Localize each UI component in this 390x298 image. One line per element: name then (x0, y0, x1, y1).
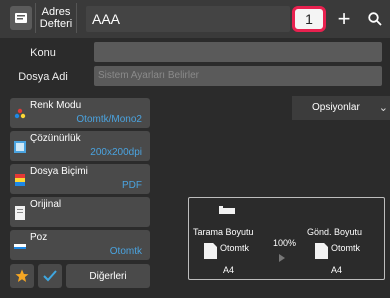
address-book-label[interactable]: Adres Defteri (35, 3, 77, 33)
scan-size-label: Tarama Boyutu (193, 227, 254, 237)
address-book-icon (15, 13, 27, 23)
color-mode-icon (14, 108, 26, 119)
exposure-title: Poz (30, 232, 48, 243)
file-format-title: Dosya Biçimi (30, 166, 88, 177)
favorite-button[interactable] (10, 264, 34, 288)
destination-count-badge[interactable]: 1 (292, 6, 326, 32)
ratio-value: 100% (273, 238, 297, 248)
options-label: Opsiyonlar (312, 102, 360, 113)
checkmark-icon (43, 270, 57, 282)
file-format-button[interactable]: Dosya Biçimi PDF (10, 164, 150, 194)
exposure-value: Otomtk (109, 246, 142, 257)
subject-label: Konu (30, 47, 56, 59)
color-mode-value: Otomtk/Mono2 (76, 114, 142, 125)
add-address-button[interactable]: + (332, 6, 356, 32)
filename-input[interactable]: Sistem Ayarları Belirler (94, 66, 382, 86)
send-size-label: Gönd. Boyutu (307, 227, 363, 237)
arrow-right-icon (279, 254, 285, 262)
others-button[interactable]: Diğerleri (66, 264, 150, 288)
scanner-icon (219, 206, 235, 214)
search-icon (368, 12, 382, 26)
resolution-value: 200x200dpi (90, 147, 142, 158)
send-paper-value: A4 (331, 265, 343, 275)
original-document-icon (15, 206, 25, 220)
resolution-icon (14, 141, 26, 153)
scan-document-icon (204, 243, 217, 259)
send-mode-value: Otomtk (331, 243, 361, 253)
scan-paper-value: A4 (223, 265, 235, 275)
send-document-icon (315, 243, 328, 259)
chevron-down-icon: ⌄ (378, 102, 388, 114)
address-field[interactable]: AAA (86, 6, 290, 32)
color-mode-button[interactable]: Renk Modu Otomtk/Mono2 (10, 98, 150, 128)
resolution-button[interactable]: Çözünürlük 200x200dpi (10, 131, 150, 161)
search-button[interactable] (362, 6, 388, 32)
filename-label: Dosya Adi (18, 71, 68, 83)
original-button[interactable]: Orijinal (10, 197, 150, 227)
exposure-icon (14, 244, 26, 249)
subject-input[interactable] (94, 42, 382, 62)
color-mode-title: Renk Modu (30, 100, 82, 111)
resolution-title: Çözünürlük (30, 133, 81, 144)
address-book-button[interactable] (10, 6, 32, 30)
exposure-button[interactable]: Poz Otomtk (10, 230, 150, 260)
confirm-button[interactable] (38, 264, 62, 288)
scan-mode-value: Otomtk (220, 243, 250, 253)
original-title: Orijinal (30, 199, 62, 210)
file-format-icon (15, 174, 25, 186)
star-icon (15, 269, 29, 282)
file-format-value: PDF (122, 180, 142, 191)
options-toggle[interactable]: Opsiyonlar ⌄ (292, 96, 390, 120)
